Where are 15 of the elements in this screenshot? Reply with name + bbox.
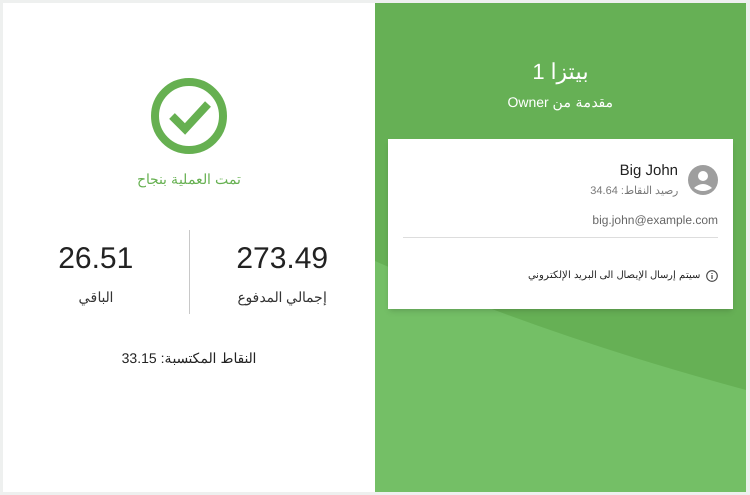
points-balance: رصيد النقاط: 34.64 <box>590 184 678 199</box>
info-icon <box>706 270 718 282</box>
customer-email: big.john@example.com <box>592 212 718 229</box>
order-subtitle: مقدمة من Owner <box>507 93 614 112</box>
points-earned: النقاط المكتسبة: 33.15 <box>122 349 256 368</box>
avatar-icon <box>688 164 718 194</box>
customer-name: Big John <box>620 161 678 181</box>
success-check-icon <box>149 76 229 156</box>
status-message: تمت العملية بنجاح <box>137 170 241 190</box>
amount-value: 273.49 <box>236 241 328 277</box>
receipt-notice: سيتم إرسال الإيصال الى البريد الإلكتروني <box>528 269 700 283</box>
amount-label: الباقي <box>78 288 114 308</box>
amount-label: إجمالي المدفوع <box>237 288 328 308</box>
order-title: بيتزا 1 <box>532 58 589 86</box>
amount-value: 26.51 <box>58 241 134 277</box>
